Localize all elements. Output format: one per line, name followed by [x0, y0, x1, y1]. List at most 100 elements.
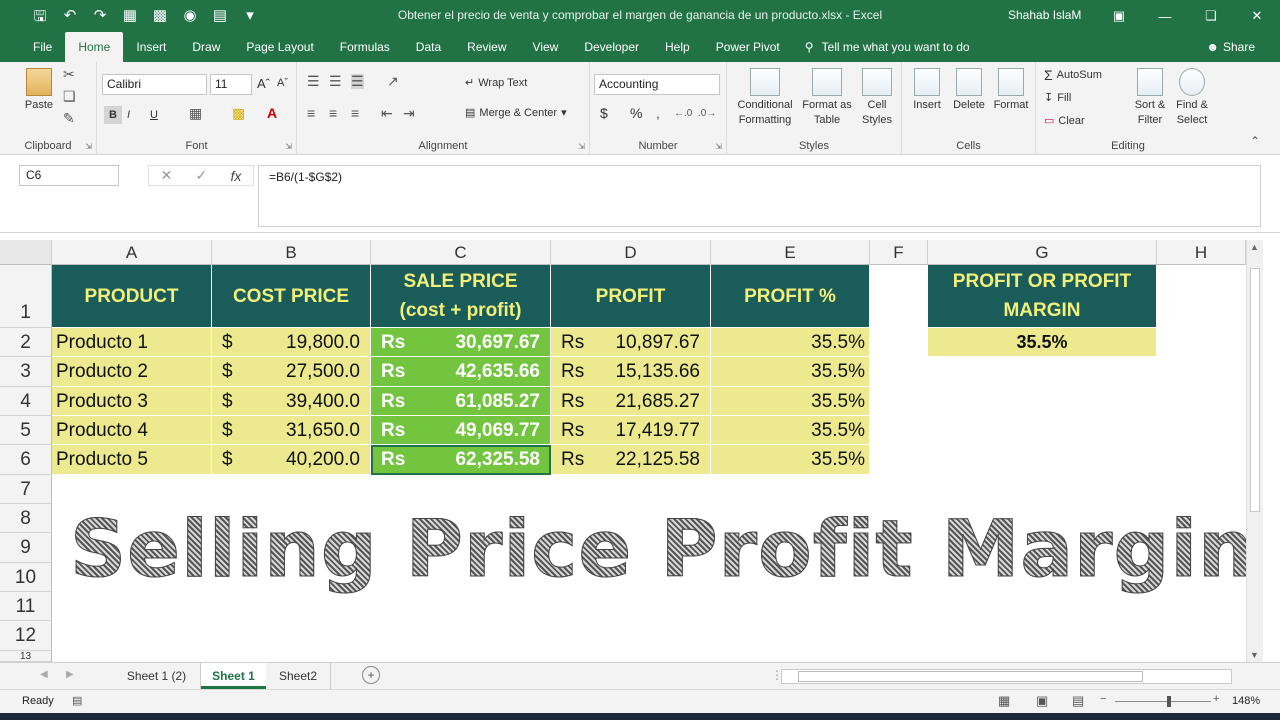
zoom-slider[interactable]: [1115, 696, 1211, 707]
autosum-button[interactable]: Σ AutoSum: [1044, 68, 1102, 83]
profit-pct-cell[interactable]: 35.5%: [711, 416, 870, 445]
enter-icon[interactable]: ✓: [196, 167, 208, 184]
header-profit-pct[interactable]: PROFIT %: [711, 265, 870, 328]
cell-styles-button[interactable]: Cell Styles: [857, 68, 897, 128]
decrease-decimal-icon[interactable]: .0→: [698, 106, 716, 121]
copy-icon[interactable]: ❏: [63, 89, 76, 104]
font-size-dropdown[interactable]: 11: [210, 74, 252, 95]
number-format-dropdown[interactable]: Accounting: [594, 74, 720, 95]
restore-icon[interactable]: ❏: [1188, 0, 1234, 32]
row-header-2[interactable]: 2: [0, 328, 52, 357]
sheet-tab-sheet2[interactable]: Sheet2: [266, 663, 331, 689]
cost-price-cell[interactable]: $40,200.0: [212, 445, 371, 475]
row-header-11[interactable]: 11: [0, 592, 52, 621]
tab-draw[interactable]: Draw: [179, 32, 233, 62]
column-header-h[interactable]: H: [1157, 240, 1246, 265]
prev-sheet-icon[interactable]: ◀: [40, 669, 48, 680]
profit-margin-value[interactable]: 35.5%: [928, 328, 1157, 357]
conditional-formatting-button[interactable]: Conditional Formatting: [732, 68, 798, 128]
shrink-font-icon[interactable]: Aˇ: [277, 76, 288, 91]
product-cell[interactable]: Producto 1: [52, 328, 212, 357]
product-cell[interactable]: Producto 3: [52, 387, 212, 416]
font-color-icon[interactable]: A: [267, 106, 277, 121]
profit-cell[interactable]: Rs 10,897.67: [551, 328, 711, 357]
paste-button[interactable]: Paste: [20, 68, 58, 113]
cut-icon[interactable]: ✂: [63, 67, 75, 82]
tell-me-box[interactable]: ⚲ Tell me what you want to do: [805, 40, 970, 54]
sale-price-cell[interactable]: Rs 49,069.77: [371, 416, 551, 445]
tab-help[interactable]: Help: [652, 32, 703, 62]
product-cell[interactable]: Producto 5: [52, 445, 212, 475]
select-all-corner[interactable]: [0, 240, 52, 265]
tab-insert[interactable]: Insert: [123, 32, 179, 62]
profit-cell[interactable]: Rs 15,135.66: [551, 357, 711, 387]
align-middle-icon[interactable]: ☰: [329, 74, 342, 89]
tab-data[interactable]: Data: [403, 32, 454, 62]
collapse-ribbon-icon[interactable]: ⌃: [1250, 134, 1260, 149]
align-left-icon[interactable]: ≡: [307, 106, 315, 121]
profit-pct-cell[interactable]: 35.5%: [711, 328, 870, 357]
minimize-icon[interactable]: —: [1142, 0, 1188, 32]
orientation-icon[interactable]: ↗: [387, 74, 399, 89]
sheet-tab-1-copy[interactable]: Sheet 1 (2): [113, 663, 201, 689]
insert-function-icon[interactable]: fx: [230, 168, 241, 184]
fill-color-icon[interactable]: ▩: [232, 106, 245, 121]
page-break-view-icon[interactable]: ▤: [1072, 693, 1084, 709]
cost-price-cell[interactable]: $19,800.0: [212, 328, 371, 357]
sale-price-cell[interactable]: Rs 42,635.66: [371, 357, 551, 387]
cost-price-cell[interactable]: $39,400.0: [212, 387, 371, 416]
row-header-1[interactable]: 1: [0, 265, 52, 328]
row-header-10[interactable]: 10: [0, 563, 52, 592]
row-header-12[interactable]: 12: [0, 621, 52, 651]
increase-decimal-icon[interactable]: ←.0: [674, 106, 692, 121]
cost-price-cell[interactable]: $27,500.0: [212, 357, 371, 387]
increase-indent-icon[interactable]: ⇥: [403, 106, 415, 121]
font-name-dropdown[interactable]: Calibri: [102, 74, 207, 95]
column-header-c[interactable]: C: [371, 240, 551, 265]
sheet-tab-sheet1[interactable]: Sheet 1: [201, 663, 266, 689]
zoom-slider-thumb[interactable]: [1167, 696, 1171, 707]
header-cost-price[interactable]: COST PRICE: [212, 265, 371, 328]
profit-cell[interactable]: Rs 21,685.27: [551, 387, 711, 416]
tab-view[interactable]: View: [520, 32, 572, 62]
format-painter-icon[interactable]: ✎: [63, 111, 75, 126]
formula-input[interactable]: =B6/(1-$G$2): [258, 165, 1261, 227]
column-header-e[interactable]: E: [711, 240, 870, 265]
font-launcher-icon[interactable]: ⇲: [285, 142, 292, 151]
add-sheet-icon[interactable]: +: [362, 666, 380, 684]
tab-page-layout[interactable]: Page Layout: [233, 32, 326, 62]
tab-home[interactable]: Home: [65, 32, 124, 62]
align-bottom-icon[interactable]: ☰: [351, 74, 364, 89]
decrease-indent-icon[interactable]: ⇤: [381, 106, 393, 121]
product-cell[interactable]: Producto 4: [52, 416, 212, 445]
row-header-6[interactable]: 6: [0, 445, 52, 475]
italic-button[interactable]: I: [127, 106, 130, 124]
profit-cell[interactable]: Rs 22,125.58: [551, 445, 711, 475]
profit-pct-cell[interactable]: 35.5%: [711, 387, 870, 416]
vertical-scroll-thumb[interactable]: [1250, 268, 1260, 512]
tab-file[interactable]: File: [20, 32, 65, 62]
wrap-text-button[interactable]: ↵ Wrap Text: [465, 76, 527, 91]
cancel-icon[interactable]: ✕: [161, 167, 173, 184]
row-header-13[interactable]: 13: [0, 651, 52, 662]
row-header-3[interactable]: 3: [0, 357, 52, 387]
user-name[interactable]: Shahab IslaM: [1008, 8, 1081, 22]
scroll-up-icon[interactable]: ▲: [1250, 242, 1259, 252]
profit-pct-cell[interactable]: 35.5%: [711, 445, 870, 475]
row-header-4[interactable]: 4: [0, 387, 52, 416]
sale-price-cell[interactable]: Rs 30,697.67: [371, 328, 551, 357]
merge-center-button[interactable]: ▤ Merge & Center ▾: [465, 106, 567, 121]
column-header-f[interactable]: F: [870, 240, 928, 265]
borders-icon[interactable]: ▦: [189, 106, 202, 121]
zoom-level[interactable]: 148%: [1232, 695, 1260, 707]
format-as-table-button[interactable]: Format as Table: [799, 68, 855, 128]
profit-pct-cell[interactable]: 35.5%: [711, 357, 870, 387]
insert-cells-button[interactable]: Insert: [907, 68, 947, 113]
bold-button[interactable]: B: [104, 106, 122, 124]
header-profit[interactable]: PROFIT: [551, 265, 711, 328]
sale-price-cell[interactable]: Rs 62,325.58: [371, 445, 551, 475]
zoom-out-icon[interactable]: −: [1100, 693, 1106, 705]
page-layout-view-icon[interactable]: ▣: [1036, 693, 1048, 709]
close-icon[interactable]: ✕: [1234, 0, 1280, 32]
header-sale-price[interactable]: SALE PRICE (cost + profit): [371, 265, 551, 328]
